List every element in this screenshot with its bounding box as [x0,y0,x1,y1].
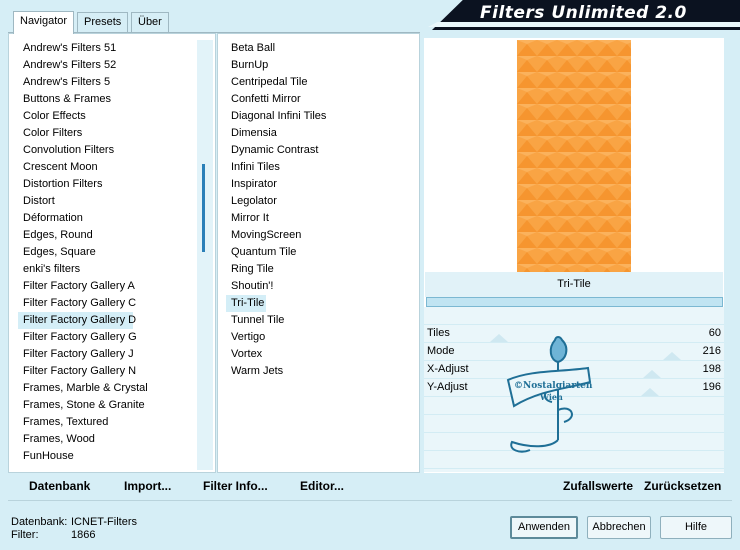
empty-slider-0[interactable] [424,307,724,325]
category-item[interactable]: Convolution Filters [18,142,204,159]
filter-item[interactable]: Mirror It [226,210,416,227]
filter-item[interactable]: Vertigo [226,329,416,346]
category-list[interactable]: Andrew's Filters 51 Andrew's Filters 52 An… [18,40,204,472]
category-item[interactable]: FunHouse [18,448,204,465]
filter-item[interactable]: Infini Tiles [226,159,416,176]
filter-item[interactable]: Legolator [226,193,416,210]
category-item[interactable]: Distort [18,193,204,210]
filters-unlimited-window: Navigator Presets Über Filters Unlimited… [0,0,740,550]
category-item[interactable]: Buttons & Frames [18,91,204,108]
category-item[interactable]: Frames, Wood [18,431,204,448]
filter-item[interactable]: Warm Jets [226,363,416,380]
param-value: 196 [702,381,721,393]
random-values-button[interactable]: Zufallswerte [563,479,633,493]
filter-item[interactable]: Ring Tile [226,261,416,278]
category-item[interactable]: Filter Factory Gallery A [18,278,204,295]
param-value: 216 [702,345,721,357]
filter-info-button[interactable]: Filter Info... [203,479,268,493]
param-value: 198 [702,363,721,375]
filter-item[interactable]: Vortex [226,346,416,363]
filter-list[interactable]: Beta Ball BurnUp Centripedal Tile Confetti … [226,40,416,472]
category-item[interactable]: Edges, Square [18,244,204,261]
param-label: Mode [427,345,455,357]
cancel-button[interactable]: Abbrechen [587,516,651,539]
datenbank-button[interactable]: Datenbank [29,479,90,493]
tab-uber[interactable]: Über [131,12,169,33]
slider-knob[interactable] [662,352,681,360]
param-value: 60 [708,327,721,339]
category-item[interactable]: Crescent Moon [18,159,204,176]
preview-image [517,40,631,272]
tab-presets[interactable]: Presets [77,12,129,33]
brand-title: Filters Unlimited 2.0 [480,3,687,23]
category-item[interactable]: Filter Factory Gallery N [18,363,204,380]
watermark-line1: ©Nostalgiarten [514,381,593,391]
category-item[interactable]: Filter Factory Gallery G [18,329,204,346]
category-item[interactable]: Frames, Stone & Granite [18,397,204,414]
category-item[interactable]: Color Effects [18,108,204,125]
category-item[interactable]: Déformation [18,210,204,227]
watermark-line2: Wien [539,392,563,402]
database-label: Datenbank: [11,516,68,528]
import-button[interactable]: Import... [124,479,171,493]
filter-item[interactable]: Confetti Mirror [226,91,416,108]
filter-item[interactable]: Dynamic Contrast [226,142,416,159]
slider-knob[interactable] [640,388,659,396]
filter-item[interactable]: Tri-Tile [226,295,266,312]
filter-item[interactable]: BurnUp [226,57,416,74]
category-panel: Andrew's Filters 51 Andrew's Filters 52 An… [8,33,216,473]
apply-button[interactable]: Anwenden [510,516,578,539]
category-item[interactable]: Color Filters [18,125,204,142]
tab-navigator[interactable]: Navigator [13,11,75,34]
slider-knob[interactable] [642,370,661,378]
category-item[interactable]: enki's filters [18,261,204,278]
filter-item[interactable]: Diagonal Infini Tiles [226,108,416,125]
filter-count-label: Filter: [11,529,39,541]
category-item[interactable]: Distortion Filters [18,176,204,193]
category-scrollbar-thumb[interactable] [202,164,205,252]
filter-item[interactable]: Inspirator [226,176,416,193]
filter-item[interactable]: Centripedal Tile [226,74,416,91]
category-item[interactable]: Frames, Textured [18,414,204,431]
filter-item[interactable]: MovingScreen [226,227,416,244]
filter-item[interactable]: Shoutin'! [226,278,416,295]
preview-filter-name: Tri-Tile [425,272,723,297]
tri-tile-preview [517,40,631,272]
category-item[interactable]: Andrew's Filters 5 [18,74,204,91]
category-scrollbar[interactable] [197,40,213,470]
watermark-logo: ©Nostalgiarten Wien [500,330,595,461]
category-item[interactable]: Edges, Round [18,227,204,244]
category-item[interactable]: Andrew's Filters 51 [18,40,204,57]
editor-button[interactable]: Editor... [300,479,344,493]
filter-item[interactable]: Quantum Tile [226,244,416,261]
filter-panel: Beta Ball BurnUp Centripedal Tile Confetti … [217,33,420,473]
filter-item[interactable]: Tunnel Tile [226,312,416,329]
filter-item[interactable]: Dimensia [226,125,416,142]
progress-gauge [426,297,723,307]
footer-divider [8,500,732,501]
filter-item[interactable]: Beta Ball [226,40,416,57]
reset-button[interactable]: Zurücksetzen [644,479,721,493]
category-item[interactable]: Filter Factory Gallery C [18,295,204,312]
help-button[interactable]: Hilfe [660,516,732,539]
param-label: Y-Adjust [427,381,468,393]
database-value: ICNET-Filters [71,516,137,528]
category-item[interactable]: Frames, Marble & Crystal [18,380,204,397]
param-label: X-Adjust [427,363,469,375]
category-item[interactable]: Filter Factory Gallery J [18,346,204,363]
category-item[interactable]: Filter Factory Gallery D [18,312,136,329]
param-label: Tiles [427,327,450,339]
filter-count-value: 1866 [71,529,96,541]
category-item[interactable]: Andrew's Filters 52 [18,57,204,74]
